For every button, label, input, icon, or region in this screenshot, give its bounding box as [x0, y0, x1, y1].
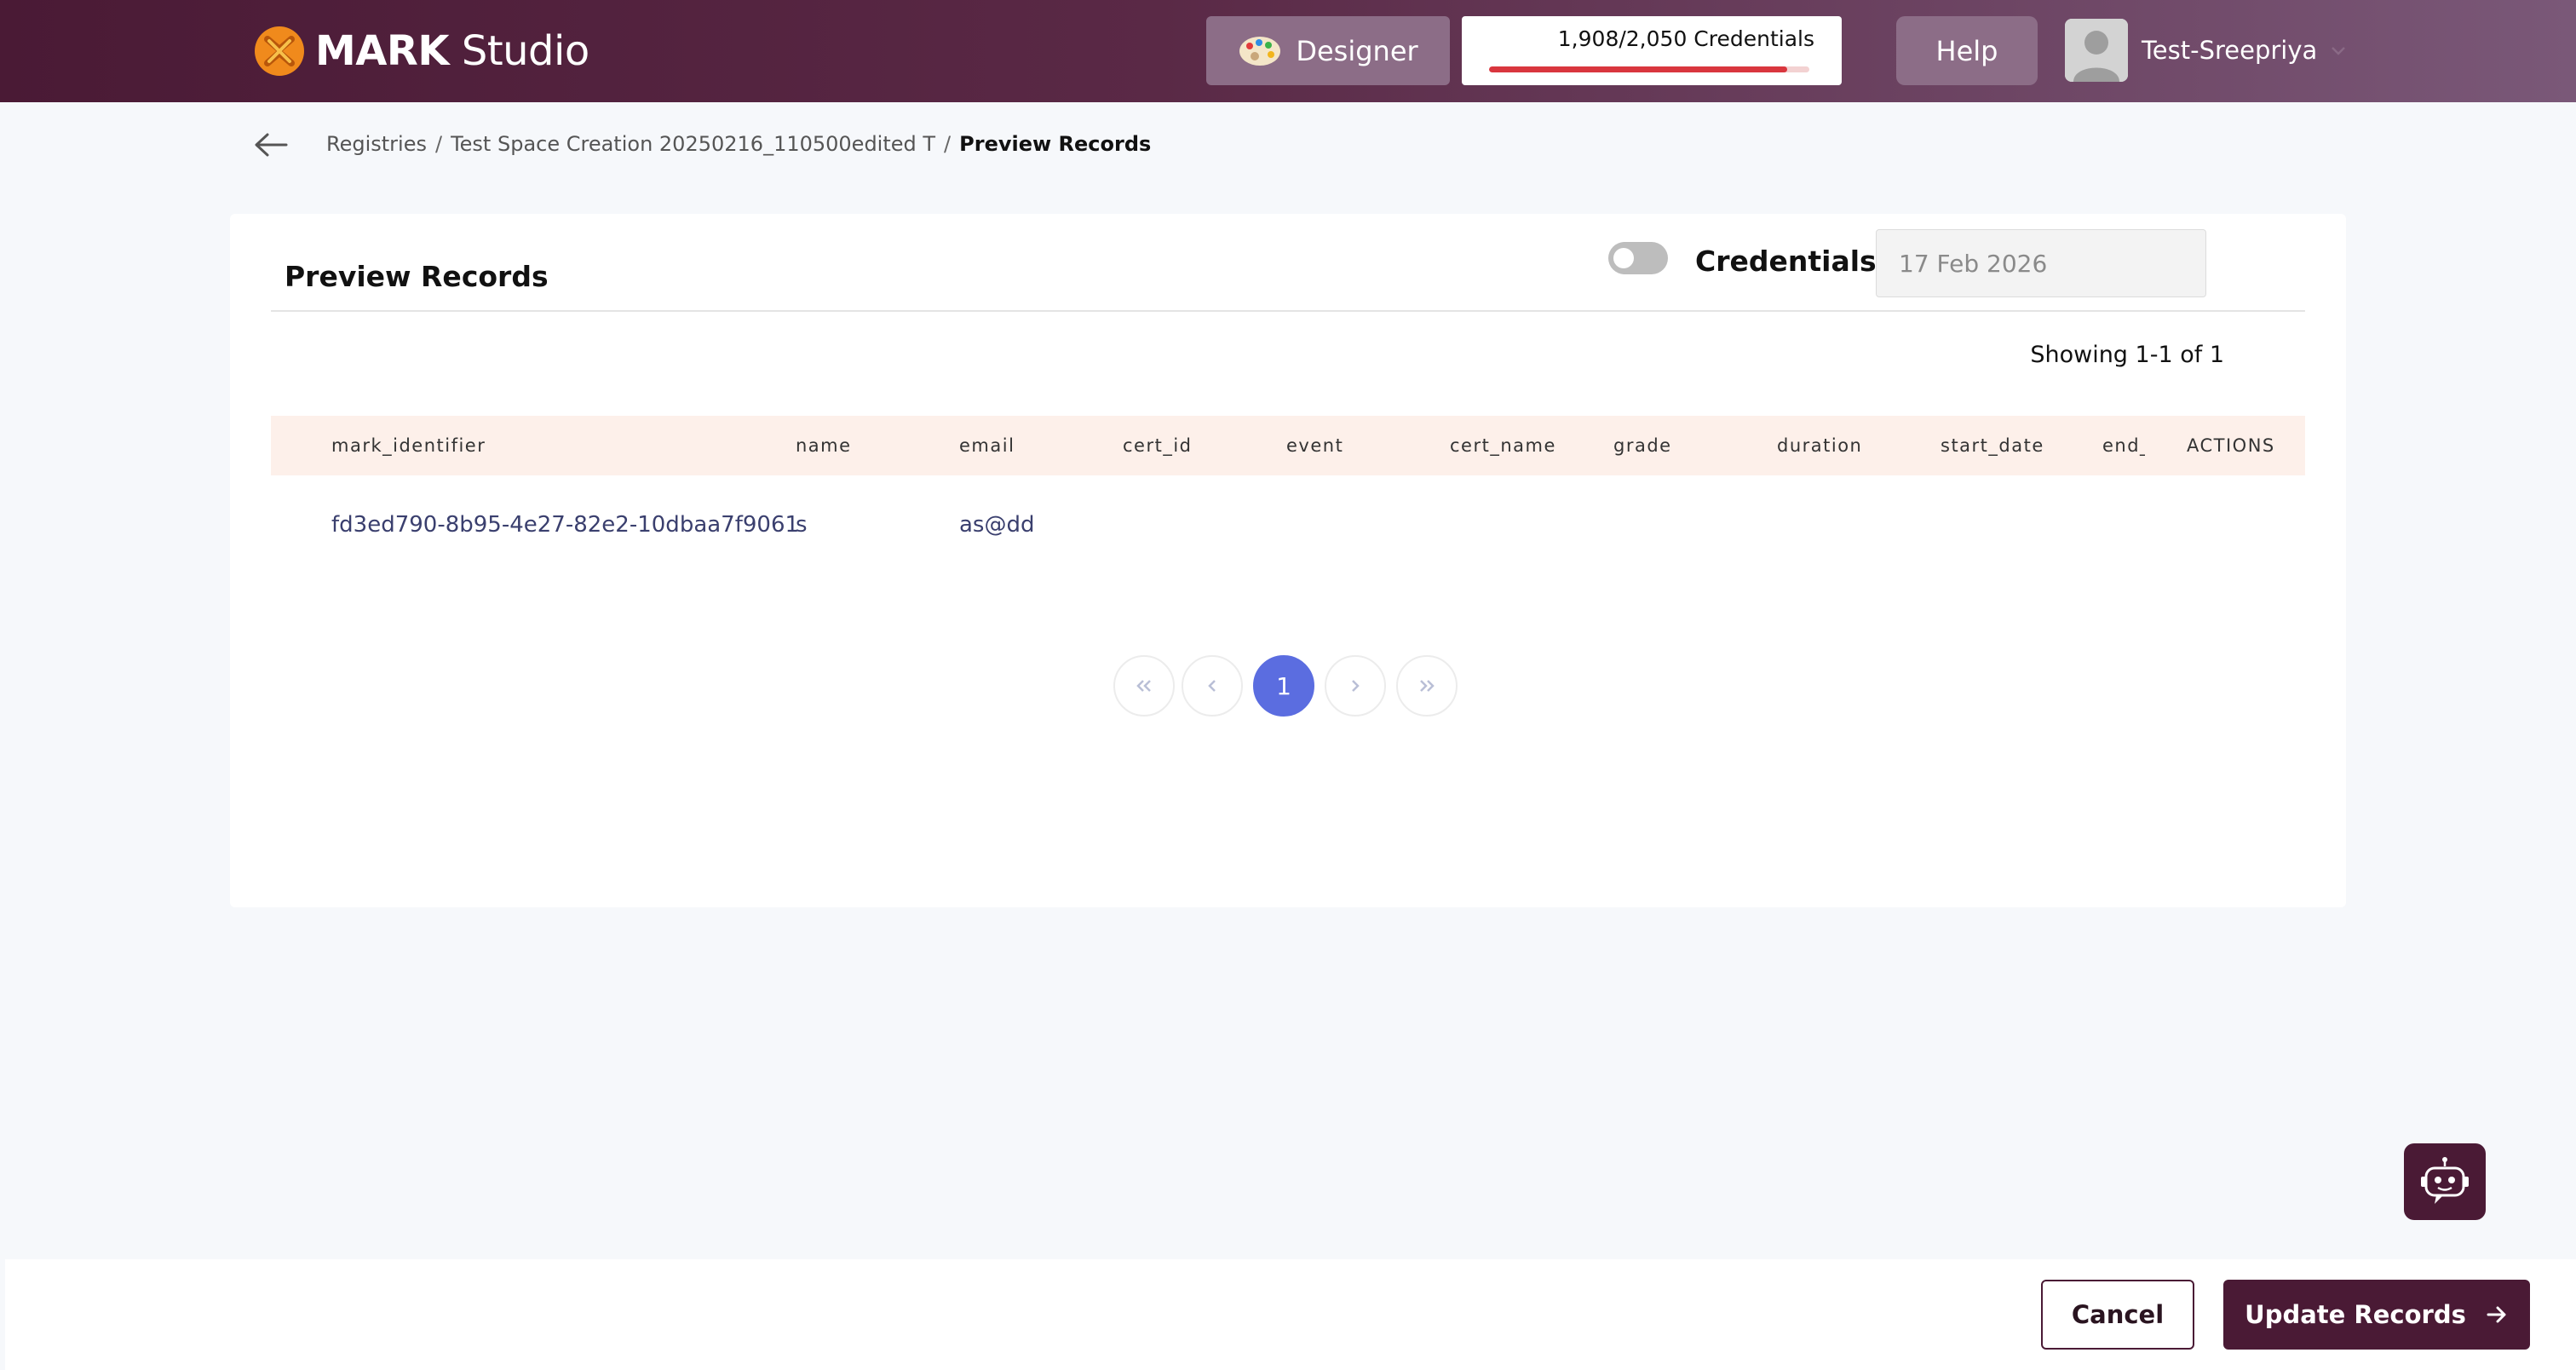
designer-button[interactable]: Designer: [1206, 16, 1450, 85]
credentials-count: 1,908/2,050 Credentials: [1557, 26, 1814, 51]
first-page-button[interactable]: [1113, 655, 1175, 717]
cell-mark-identifier: fd3ed790-8b95-4e27-82e2-10dbaa7f9061: [331, 512, 800, 538]
brand[interactable]: MARK Studio: [254, 24, 589, 78]
double-chevron-left-icon: [1136, 680, 1151, 692]
double-chevron-right-icon: [1420, 680, 1435, 692]
cell-email: as@dd: [959, 512, 1035, 538]
user-avatar-icon: [2065, 19, 2128, 82]
arrow-right-icon: [2487, 1306, 2506, 1323]
credentials-validity-toggle[interactable]: [1608, 242, 1668, 274]
chevron-down-icon: [2332, 47, 2346, 55]
robot-icon: [2421, 1157, 2469, 1204]
designer-label: Designer: [1296, 34, 1418, 67]
toggle-knob: [1613, 248, 1634, 268]
cell-name: s: [796, 512, 808, 538]
breadcrumb-separator: /: [434, 132, 443, 156]
next-page-button[interactable]: [1325, 655, 1386, 717]
credentials-usage: 1,908/2,050 Credentials: [1462, 16, 1842, 85]
update-records-button[interactable]: Update Records: [2223, 1280, 2530, 1350]
username: Test-Sreepriya: [2142, 36, 2318, 65]
palette-icon: [1239, 36, 1281, 66]
chevron-left-icon: [1208, 680, 1216, 692]
back-arrow-icon[interactable]: [252, 128, 290, 162]
column-header[interactable]: event: [1286, 435, 1343, 456]
last-page-button[interactable]: [1396, 655, 1458, 717]
breadcrumb: Registries / Test Space Creation 2025021…: [326, 132, 1151, 156]
breadcrumb-registry[interactable]: Test Space Creation 20250216_110500edite…: [451, 132, 935, 156]
page-title: Preview Records: [285, 260, 549, 293]
column-header[interactable]: duration: [1777, 435, 1862, 456]
chevron-right-icon: [1352, 680, 1360, 692]
column-header[interactable]: name: [796, 435, 852, 456]
cancel-button[interactable]: Cancel: [2041, 1280, 2194, 1350]
preview-records-card: Preview Records Credentials Validity 17 …: [230, 214, 2346, 907]
chatbot-button[interactable]: [2404, 1143, 2486, 1220]
validity-date-field[interactable]: 17 Feb 2026: [1876, 229, 2206, 297]
column-header[interactable]: grade: [1613, 435, 1672, 456]
divider: [271, 310, 2305, 312]
column-header[interactable]: mark_identifier: [331, 435, 486, 456]
column-header[interactable]: end_date: [2102, 435, 2145, 456]
credentials-progress-bar: [1489, 66, 1809, 72]
breadcrumb-registries[interactable]: Registries: [326, 132, 427, 156]
column-header: ACTIONS: [2187, 435, 2275, 456]
table-row[interactable]: fd3ed790-8b95-4e27-82e2-10dbaa7f9061 s a…: [271, 512, 2305, 575]
brand-name: MARK Studio: [315, 27, 589, 75]
help-button[interactable]: Help: [1896, 16, 2038, 85]
page-number-button[interactable]: 1: [1253, 655, 1314, 717]
column-header[interactable]: cert_id: [1123, 435, 1193, 456]
breadcrumb-separator: /: [944, 132, 952, 156]
column-header[interactable]: email: [959, 435, 1015, 456]
user-menu[interactable]: Test-Sreepriya: [2065, 19, 2348, 82]
column-header[interactable]: cert_name: [1450, 435, 1556, 456]
column-header[interactable]: start_date: [1941, 435, 2044, 456]
breadcrumb-current: Preview Records: [959, 132, 1152, 156]
credentials-progress-fill: [1489, 66, 1787, 72]
avatar: [2065, 19, 2128, 82]
top-navigation-bar: MARK Studio Designer 1,908/2,050 Credent…: [0, 0, 2576, 102]
results-count: Showing 1-1 of 1: [2030, 342, 2224, 368]
table-header: mark_identifier name email cert_id event…: [271, 416, 2305, 475]
update-records-label: Update Records: [2245, 1300, 2466, 1329]
mark-studio-logo-icon: [255, 26, 304, 76]
previous-page-button[interactable]: [1182, 655, 1243, 717]
